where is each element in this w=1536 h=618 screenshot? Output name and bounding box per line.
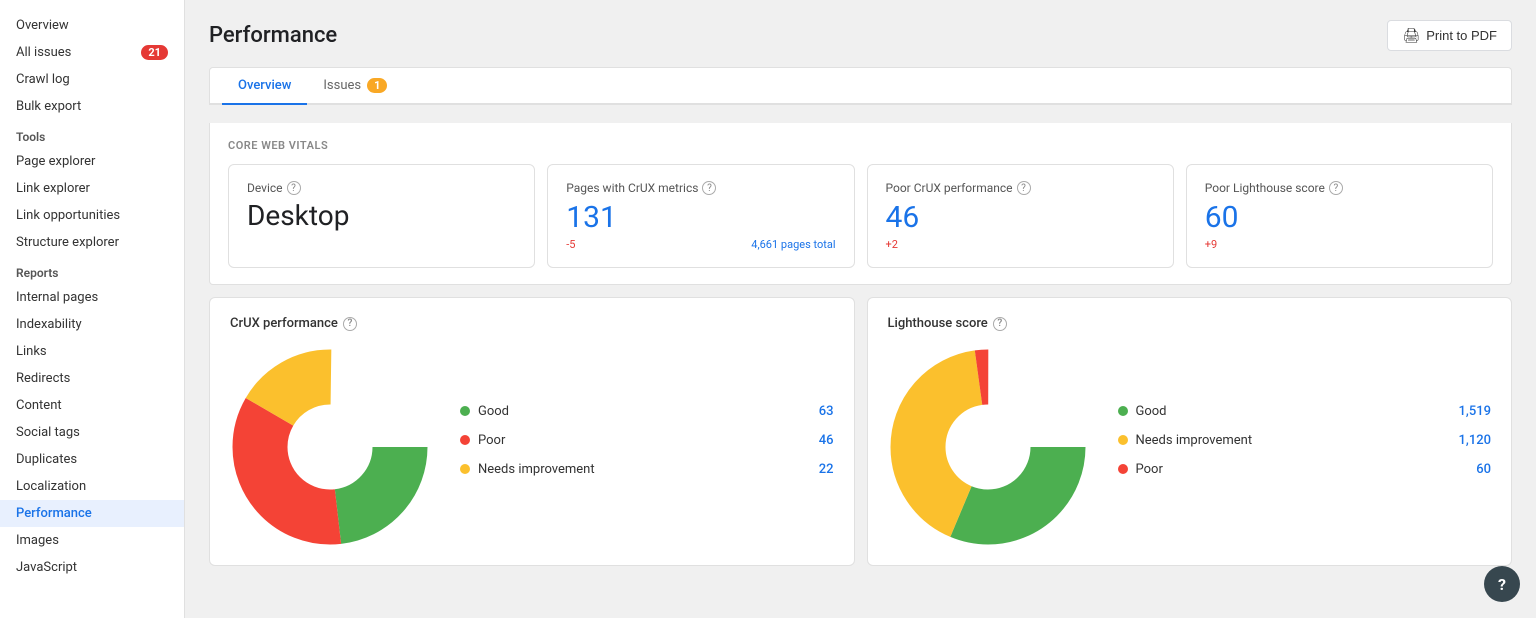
lighthouse-legend: Good 1,519 Needs improvement 1,120 — [1118, 404, 1492, 491]
lh-needs-improvement-value: 1,120 — [1459, 433, 1491, 448]
crux-good-value: 63 — [819, 404, 834, 419]
tabs: Overview Issues 1 — [210, 68, 1511, 105]
crux-pages-delta: -5 — [566, 238, 575, 251]
metric-card-poor-crux: Poor CrUX performance ? 46 +2 — [867, 164, 1174, 268]
tab-issues[interactable]: Issues 1 — [307, 68, 403, 105]
lighthouse-donut — [888, 347, 1088, 547]
tab-overview[interactable]: Overview — [222, 68, 307, 105]
good-dot — [460, 406, 470, 416]
lh-good-value: 1,519 — [1459, 404, 1491, 419]
sidebar-item-javascript[interactable]: JavaScript — [0, 554, 184, 581]
sidebar-item-duplicates[interactable]: Duplicates — [0, 446, 184, 473]
sidebar-item-redirects[interactable]: Redirects — [0, 365, 184, 392]
crux-chart-title: CrUX performance — [230, 316, 338, 331]
sidebar-item-structure-explorer[interactable]: Structure explorer — [0, 229, 184, 256]
lh-legend-item-needs-improvement: Needs improvement 1,120 — [1118, 433, 1492, 448]
lighthouse-donut-svg — [888, 347, 1088, 547]
lh-poor-value: 60 — [1476, 462, 1491, 477]
crux-needs-improvement-value: 22 — [819, 462, 834, 477]
sidebar-item-indexability[interactable]: Indexability — [0, 311, 184, 338]
crux-donut-svg — [230, 347, 430, 547]
device-value: Desktop — [247, 201, 516, 232]
crux-pages-total: 4,661 pages total — [751, 238, 835, 251]
metric-card-crux-pages: Pages with CrUX metrics ? 131 -5 4,661 p… — [547, 164, 854, 268]
sidebar-item-bulk-export[interactable]: Bulk export — [0, 93, 184, 120]
lighthouse-chart-card: Lighthouse score ? — [867, 297, 1513, 566]
sidebar-item-crawl-log[interactable]: Crawl log — [0, 66, 184, 93]
main-content: Performance 🖨 Print to PDF Overview Issu… — [185, 0, 1536, 618]
tools-header: Tools — [0, 120, 184, 148]
legend-item-needs-improvement: Needs improvement 22 — [460, 462, 834, 477]
sidebar-item-performance[interactable]: Performance — [0, 500, 184, 527]
page-title: Performance — [209, 23, 337, 48]
needs-improvement-dot — [460, 464, 470, 474]
tabs-container: Overview Issues 1 — [209, 67, 1512, 105]
lh-legend-item-poor: Poor 60 — [1118, 462, 1492, 477]
sidebar-item-links[interactable]: Links — [0, 338, 184, 365]
lighthouse-chart-title: Lighthouse score — [888, 316, 988, 331]
sidebar-item-link-explorer[interactable]: Link explorer — [0, 175, 184, 202]
sidebar-top-items: Overview All issues 21 Crawl log Bulk ex… — [0, 12, 184, 120]
all-issues-badge: 21 — [141, 45, 168, 60]
crux-chart-content: Good 63 Poor 46 Needs — [230, 347, 834, 547]
device-info-icon[interactable]: ? — [287, 181, 301, 195]
lh-poor-dot — [1118, 464, 1128, 474]
metric-card-poor-lighthouse: Poor Lighthouse score ? 60 +9 — [1186, 164, 1493, 268]
sidebar-item-localization[interactable]: Localization — [0, 473, 184, 500]
crux-pages-value: 131 — [566, 201, 835, 234]
reports-header: Reports — [0, 256, 184, 284]
poor-lighthouse-delta: +9 — [1205, 238, 1217, 251]
sidebar-item-link-opportunities[interactable]: Link opportunities — [0, 202, 184, 229]
crux-pages-info-icon[interactable]: ? — [702, 181, 716, 195]
poor-lighthouse-value: 60 — [1205, 201, 1474, 234]
sidebar-item-content[interactable]: Content — [0, 392, 184, 419]
metric-cards: Device ? Desktop Pages with CrUX metrics… — [228, 164, 1493, 268]
lighthouse-chart-info-icon[interactable]: ? — [993, 317, 1007, 331]
sidebar-item-images[interactable]: Images — [0, 527, 184, 554]
help-button[interactable]: ? — [1484, 566, 1520, 602]
sidebar-item-overview[interactable]: Overview — [0, 12, 184, 39]
poor-dot — [460, 435, 470, 445]
sidebar-item-page-explorer[interactable]: Page explorer — [0, 148, 184, 175]
lh-legend-item-good: Good 1,519 — [1118, 404, 1492, 419]
crux-legend: Good 63 Poor 46 Needs — [460, 404, 834, 491]
chart-row: CrUX performance ? — [209, 297, 1512, 566]
sidebar-item-social-tags[interactable]: Social tags — [0, 419, 184, 446]
print-icon: 🖨 — [1402, 27, 1420, 44]
lh-good-dot — [1118, 406, 1128, 416]
section-label-cwv: CORE WEB VITALS — [228, 139, 1493, 152]
lh-needs-improvement-dot — [1118, 435, 1128, 445]
crux-poor-value: 46 — [819, 433, 834, 448]
poor-lighthouse-info-icon[interactable]: ? — [1329, 181, 1343, 195]
sidebar-item-all-issues[interactable]: All issues 21 — [0, 39, 184, 66]
crux-donut — [230, 347, 430, 547]
legend-item-poor: Poor 46 — [460, 433, 834, 448]
crux-chart-info-icon[interactable]: ? — [343, 317, 357, 331]
issues-tab-badge: 1 — [367, 78, 387, 93]
page-header: Performance 🖨 Print to PDF — [209, 20, 1512, 51]
print-to-pdf-button[interactable]: 🖨 Print to PDF — [1387, 20, 1512, 51]
poor-crux-value: 46 — [886, 201, 1155, 234]
poor-crux-delta: +2 — [886, 238, 898, 251]
crux-chart-card: CrUX performance ? — [209, 297, 855, 566]
sidebar-item-internal-pages[interactable]: Internal pages — [0, 284, 184, 311]
legend-item-good: Good 63 — [460, 404, 834, 419]
lighthouse-chart-content: Good 1,519 Needs improvement 1,120 — [888, 347, 1492, 547]
metric-card-device: Device ? Desktop — [228, 164, 535, 268]
sidebar: Overview All issues 21 Crawl log Bulk ex… — [0, 0, 185, 618]
overview-panel: CORE WEB VITALS Device ? Desktop Pages w… — [209, 123, 1512, 285]
poor-crux-info-icon[interactable]: ? — [1017, 181, 1031, 195]
